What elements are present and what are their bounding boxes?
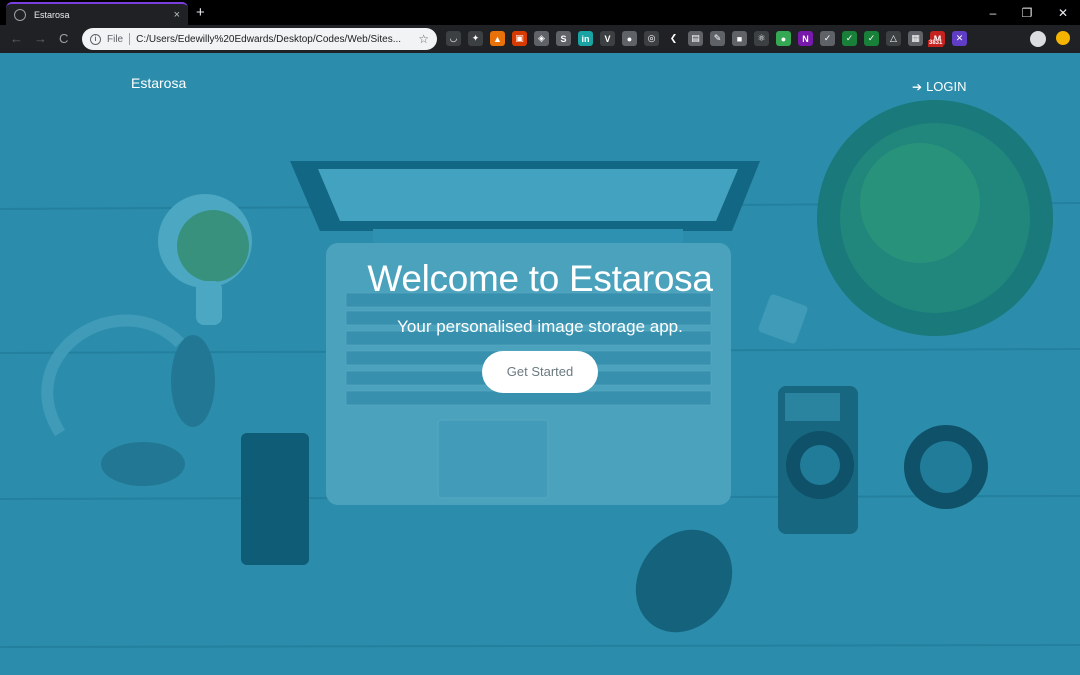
invision-icon[interactable]: in bbox=[578, 31, 593, 46]
extension-yellow-icon[interactable] bbox=[1056, 31, 1070, 45]
forward-button[interactable]: → bbox=[34, 31, 47, 46]
url-text[interactable]: C:/Users/Edewilly%20Edwards/Desktop/Code… bbox=[136, 34, 418, 45]
vue-icon[interactable]: V bbox=[600, 31, 615, 46]
ext-edit-icon[interactable]: ✎ bbox=[710, 31, 725, 46]
hero-section: Welcome to Estarosa Your personalised im… bbox=[0, 258, 1080, 393]
login-label: LOGIN bbox=[926, 79, 967, 94]
dropbox-icon[interactable]: ✦ bbox=[468, 31, 483, 46]
ext-green-icon[interactable]: ● bbox=[776, 31, 791, 46]
tab-bar: Estarosa × + – ❐ ✕ bbox=[0, 0, 1080, 25]
extensions-bar: ◡ ✦ ▲ ▣ ◈ Sin V ● ◎ ❮ ▤ ✎ ■ ⚛ ● N ✓ ✓ ✓ △ ▦ M 3831 ✕ bbox=[446, 31, 967, 47]
ext-grid-icon[interactable]: ▦ bbox=[908, 31, 923, 46]
ext-check-icon[interactable]: ✓ bbox=[820, 31, 835, 46]
ext-circle-icon[interactable]: ◎ bbox=[644, 31, 659, 46]
react-icon[interactable]: ⚛ bbox=[754, 31, 769, 46]
get-started-button[interactable]: Get Started bbox=[482, 351, 598, 393]
browser-toolbar: ← → C i File C:/Users/Edewilly%20Edwards… bbox=[0, 25, 1080, 53]
new-tab-button[interactable]: + bbox=[196, 4, 205, 21]
page-viewport: Estarosa ➔ LOGIN Welcome to Estarosa You… bbox=[0, 53, 1080, 675]
ext-doc-icon[interactable]: ▤ bbox=[688, 31, 703, 46]
brand-logo[interactable]: Estarosa bbox=[131, 75, 186, 91]
close-window-button[interactable]: ✕ bbox=[1046, 0, 1080, 25]
ext-orange-icon[interactable]: ▲ bbox=[490, 31, 505, 46]
hero-title: Welcome to Estarosa bbox=[367, 258, 713, 299]
divider bbox=[129, 33, 131, 45]
ext-s-icon[interactable]: S bbox=[556, 31, 571, 46]
ext-arrow-icon[interactable]: ❮ bbox=[666, 31, 681, 46]
login-link[interactable]: ➔ LOGIN bbox=[912, 79, 967, 94]
gmail-badge: 3831 bbox=[928, 40, 944, 47]
address-bar[interactable]: i File C:/Users/Edewilly%20Edwards/Deskt… bbox=[82, 28, 437, 50]
ext-white-icon[interactable]: ◈ bbox=[534, 31, 549, 46]
minimize-button[interactable]: – bbox=[976, 0, 1010, 25]
pocket-icon[interactable]: ◡ bbox=[446, 31, 461, 46]
ext-purple-icon[interactable]: ✕ bbox=[952, 31, 967, 46]
ext-check-green2-icon[interactable]: ✓ bbox=[864, 31, 879, 46]
tab-title: Estarosa bbox=[34, 9, 70, 20]
tab-close-icon[interactable]: × bbox=[174, 9, 180, 21]
globe-icon bbox=[14, 8, 26, 21]
office-icon[interactable]: ▣ bbox=[512, 31, 527, 46]
scheme-label: File bbox=[107, 33, 124, 45]
tab-estarosa[interactable]: Estarosa × bbox=[6, 2, 188, 25]
gmail-icon[interactable]: M 3831 bbox=[928, 31, 945, 47]
profile-avatar[interactable] bbox=[1030, 31, 1046, 47]
ext-dots-icon[interactable]: ● bbox=[622, 31, 637, 46]
ext-box-icon[interactable]: ■ bbox=[732, 31, 747, 46]
reload-button[interactable]: C bbox=[59, 31, 68, 46]
bookmark-star-icon[interactable]: ☆ bbox=[418, 32, 429, 46]
hero-subtitle: Your personalised image storage app. bbox=[397, 317, 683, 336]
back-button[interactable]: ← bbox=[10, 31, 23, 46]
onenote-icon[interactable]: N bbox=[798, 31, 813, 46]
ext-check-green-icon[interactable]: ✓ bbox=[842, 31, 857, 46]
info-icon[interactable]: i bbox=[90, 33, 101, 45]
drive-icon[interactable]: △ bbox=[886, 31, 901, 46]
restore-button[interactable]: ❐ bbox=[1010, 0, 1044, 25]
sign-in-icon: ➔ bbox=[912, 79, 923, 94]
